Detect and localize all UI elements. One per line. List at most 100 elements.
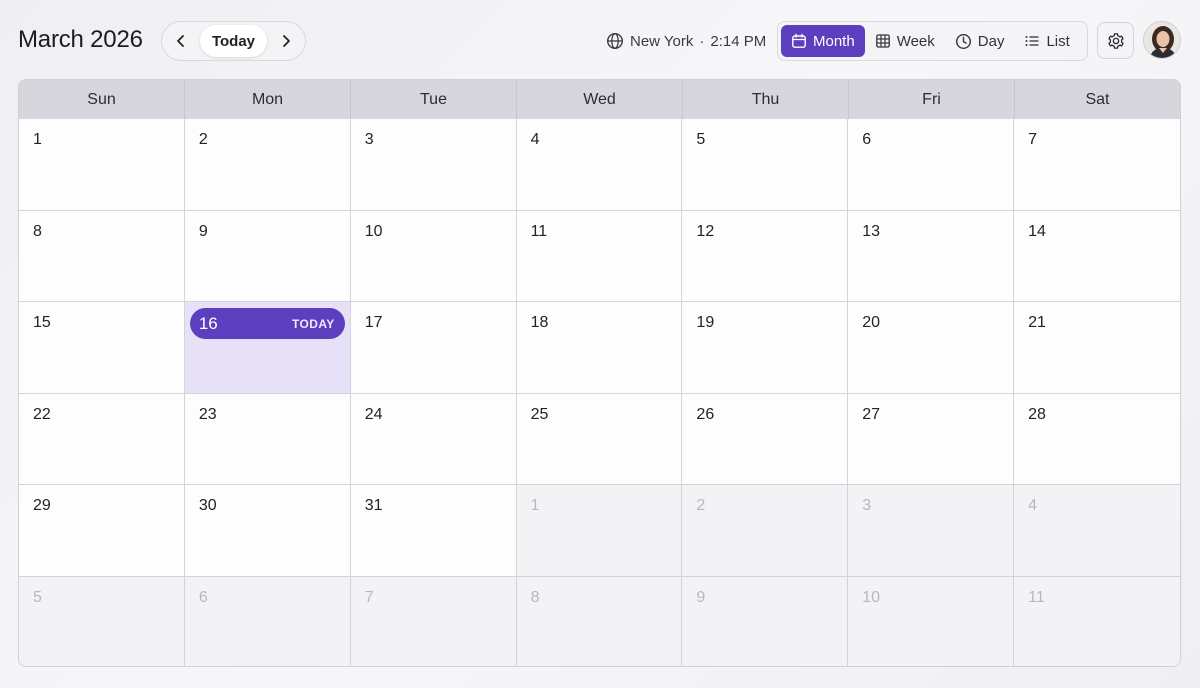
day-cell-adjacent-month[interactable]: 9 [682, 576, 849, 666]
day-number: 9 [696, 588, 706, 606]
day-number: 5 [33, 588, 42, 606]
weekday-header: Sun [19, 80, 185, 119]
day-number: 30 [198, 497, 217, 514]
day-cell[interactable]: 25 [516, 393, 683, 485]
day-cell[interactable]: 18 [516, 302, 683, 394]
day-cell[interactable]: 21 [1014, 302, 1180, 394]
day-cell[interactable]: 3 [350, 119, 517, 211]
day-cell[interactable]: 9 [184, 210, 351, 302]
day-cell[interactable]: 30 [184, 485, 351, 577]
day-cell-adjacent-month[interactable]: 6 [184, 576, 351, 666]
page-title: March 2026 [18, 26, 143, 53]
timezone-separator: · [699, 32, 705, 50]
day-cell[interactable]: 2 [184, 119, 351, 211]
day-number: 16 [198, 313, 218, 333]
globe-icon [606, 32, 624, 50]
view-day-button[interactable]: Day [945, 25, 1015, 57]
today-badge: 16 TODAY [189, 308, 345, 339]
view-month-button[interactable]: Month [781, 25, 865, 57]
day-cell-adjacent-month[interactable]: 2 [682, 485, 849, 577]
avatar-icon [1144, 22, 1180, 58]
day-cell-adjacent-month[interactable]: 10 [848, 576, 1015, 666]
chevron-right-icon [283, 35, 291, 47]
day-cell[interactable]: 22 [19, 393, 185, 485]
day-cell-adjacent-month[interactable]: 3 [848, 485, 1015, 577]
day-cell[interactable]: 17 [350, 302, 517, 394]
day-cell-adjacent-month[interactable]: 8 [516, 576, 683, 666]
top-bar: March 2026 Today New York · 2:14 PM Mont [0, 0, 1200, 80]
day-cell[interactable]: 20 [848, 302, 1015, 394]
day-cell[interactable]: 15 [19, 302, 185, 394]
view-list-label: List [1046, 32, 1070, 50]
next-month-button[interactable] [267, 22, 305, 60]
view-list-button[interactable]: List [1014, 25, 1079, 57]
previous-month-button[interactable] [162, 22, 200, 60]
day-cell[interactable]: 26 [682, 393, 849, 485]
weekday-header-row: Sun Mon Tue Wed Thu Fri Sat [19, 80, 1180, 119]
day-cell-today[interactable]: 16 TODAY [184, 302, 351, 394]
day-number: 23 [198, 405, 217, 423]
day-number: 15 [33, 314, 51, 331]
day-cell[interactable]: 19 [682, 302, 849, 394]
day-number: 18 [530, 314, 549, 331]
view-week-button[interactable]: Week [865, 25, 945, 57]
day-number: 27 [862, 405, 881, 423]
clock-icon [955, 33, 971, 49]
today-button[interactable]: Today [199, 25, 268, 57]
day-cell[interactable]: 1 [19, 119, 185, 211]
day-cell[interactable]: 13 [848, 210, 1015, 302]
day-cell-adjacent-month[interactable]: 7 [350, 576, 517, 666]
day-cell[interactable]: 31 [350, 485, 517, 577]
calendar-icon [792, 33, 806, 48]
chevron-left-icon [176, 35, 184, 47]
timezone-name: New York [630, 32, 694, 50]
day-cell[interactable]: 10 [350, 210, 517, 302]
day-number: 31 [364, 497, 383, 514]
day-number: 7 [364, 588, 374, 606]
day-number: 11 [530, 222, 548, 240]
day-number: 5 [696, 131, 706, 148]
list-icon [1025, 36, 1039, 46]
day-cell[interactable]: 28 [1014, 393, 1180, 485]
day-number: 29 [33, 497, 51, 514]
day-number: 8 [530, 588, 540, 606]
day-number: 3 [862, 497, 872, 514]
day-cell[interactable]: 7 [1014, 119, 1180, 211]
day-cell[interactable]: 27 [848, 393, 1015, 485]
weekday-header: Tue [351, 80, 517, 119]
day-number: 21 [1028, 314, 1046, 331]
day-number: 12 [696, 222, 715, 240]
day-number: 6 [862, 131, 872, 148]
day-cell[interactable]: 6 [848, 119, 1015, 211]
day-cell-adjacent-month[interactable]: 1 [516, 485, 683, 577]
day-cell[interactable]: 23 [184, 393, 351, 485]
day-number: 25 [530, 405, 549, 423]
day-cell[interactable]: 24 [350, 393, 517, 485]
view-week-label: Week [896, 32, 935, 50]
user-avatar[interactable] [1143, 21, 1181, 59]
day-cell-adjacent-month[interactable]: 11 [1014, 576, 1180, 666]
today-label: TODAY [292, 316, 335, 331]
day-number: 7 [1028, 131, 1038, 148]
view-month-label: Month [813, 32, 855, 50]
day-cell-adjacent-month[interactable]: 5 [19, 576, 185, 666]
day-cell[interactable]: 12 [682, 210, 849, 302]
day-cell[interactable]: 11 [516, 210, 683, 302]
day-cell[interactable]: 8 [19, 210, 185, 302]
day-number: 22 [33, 405, 51, 423]
day-cell[interactable]: 29 [19, 485, 185, 577]
day-number: 26 [696, 405, 715, 423]
day-number: 11 [1028, 588, 1045, 606]
day-number: 2 [696, 497, 706, 514]
settings-button[interactable] [1097, 22, 1134, 59]
day-cell-adjacent-month[interactable]: 4 [1014, 485, 1180, 577]
timezone-indicator[interactable]: New York · 2:14 PM [606, 31, 766, 51]
day-number: 3 [364, 131, 374, 148]
day-number: 10 [364, 222, 383, 240]
day-cell[interactable]: 5 [682, 119, 849, 211]
weekday-header: Wed [517, 80, 683, 119]
day-cell[interactable]: 4 [516, 119, 683, 211]
day-number: 13 [862, 222, 881, 240]
weekday-header: Mon [185, 80, 351, 119]
day-cell[interactable]: 14 [1014, 210, 1180, 302]
